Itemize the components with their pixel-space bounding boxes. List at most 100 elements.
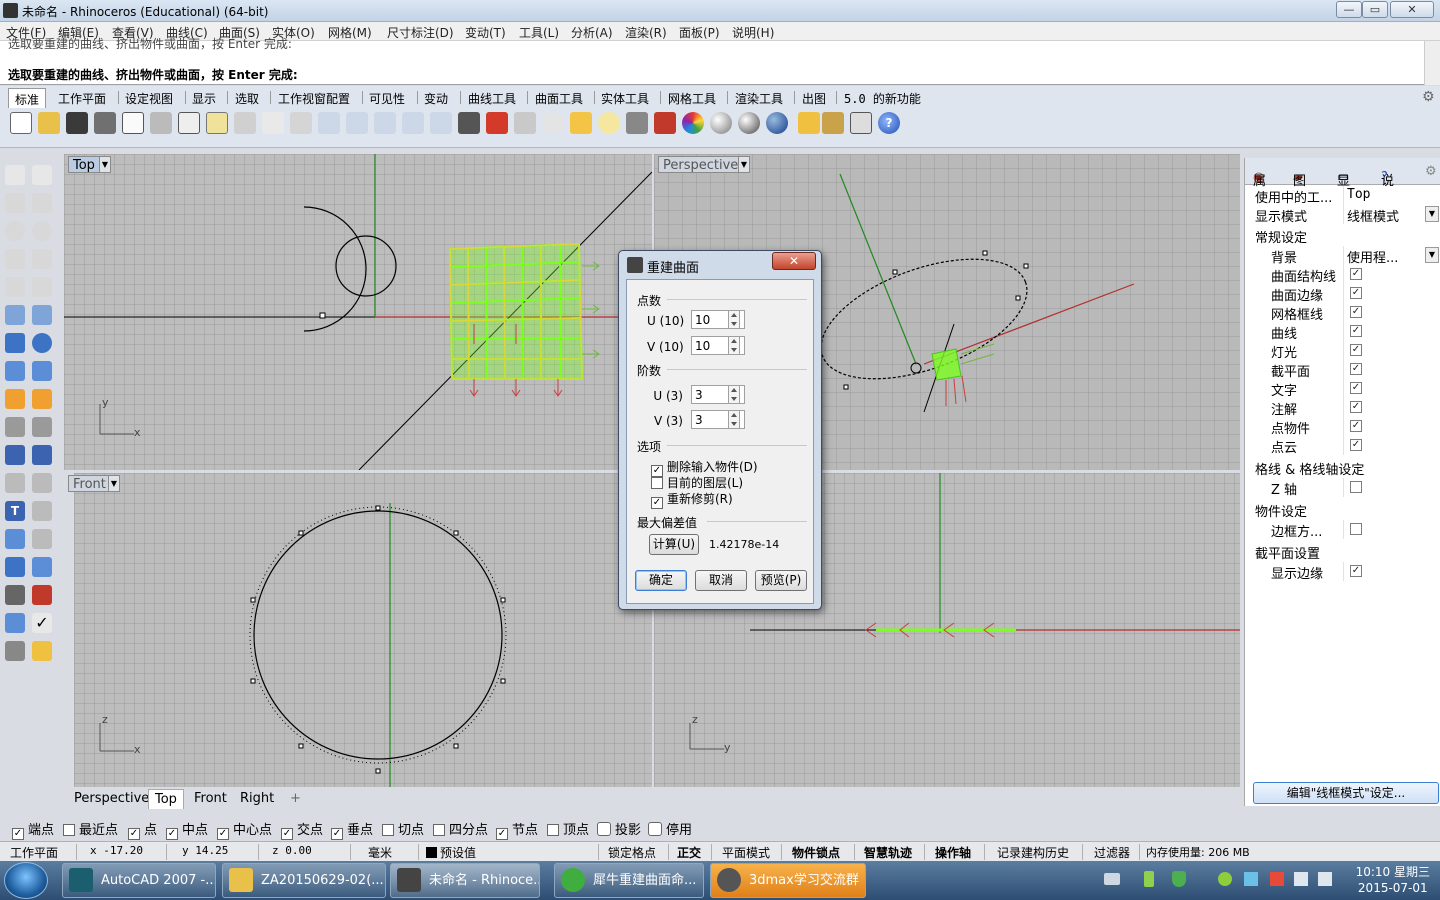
tab-display[interactable]: 显示 bbox=[192, 90, 216, 107]
add-viewport-button[interactable]: + bbox=[286, 791, 305, 806]
tab-render-tools[interactable]: 渲染工具 bbox=[735, 90, 783, 107]
checkbox[interactable]: ✓ bbox=[1350, 439, 1362, 451]
status-record-history[interactable]: 记录建构历史 bbox=[997, 844, 1069, 861]
layer-icon[interactable] bbox=[654, 112, 676, 134]
menu-render[interactable]: 渲染(R) bbox=[625, 24, 667, 41]
osnap-point[interactable]: ✓ 点 bbox=[128, 819, 157, 840]
command-prompt[interactable]: 选取要重建的曲线、挤出物件或曲面，按 Enter 完成: bbox=[8, 66, 298, 83]
checkbox[interactable]: ✓ bbox=[1350, 401, 1362, 413]
rectangle-icon[interactable] bbox=[32, 249, 52, 269]
tab-top[interactable]: Top bbox=[148, 789, 184, 809]
checkbox[interactable] bbox=[1350, 481, 1362, 493]
checkbox[interactable]: ✓ bbox=[1350, 325, 1362, 337]
new-file-icon[interactable] bbox=[10, 112, 32, 134]
box-icon[interactable] bbox=[5, 333, 25, 353]
menu-help[interactable]: 说明(H) bbox=[732, 24, 774, 41]
chevron-down-icon[interactable]: ▼ bbox=[1425, 247, 1439, 263]
status-cplane[interactable]: 工作平面 bbox=[10, 844, 58, 861]
checkbox[interactable]: ✓ bbox=[1350, 382, 1362, 394]
ok-button[interactable]: 确定 bbox=[635, 570, 687, 591]
options-gear-icon[interactable] bbox=[822, 112, 844, 134]
four-viewports-icon[interactable] bbox=[458, 112, 480, 134]
split-icon[interactable] bbox=[32, 417, 52, 437]
named-view-icon[interactable] bbox=[514, 112, 536, 134]
status-filter[interactable]: 过滤器 bbox=[1094, 844, 1130, 861]
dialog-close-button[interactable]: ✕ bbox=[772, 252, 816, 270]
volume-icon[interactable] bbox=[1318, 872, 1332, 886]
status-grid-snap[interactable]: 锁定格点 bbox=[608, 844, 656, 861]
cut-icon[interactable] bbox=[150, 112, 172, 134]
minimize-button[interactable]: — bbox=[1336, 1, 1362, 18]
tab-standard[interactable]: 标准 bbox=[8, 88, 47, 108]
current-layer-checkbox[interactable]: 目前的图层(L) bbox=[651, 474, 743, 491]
lightning-icon[interactable] bbox=[32, 389, 52, 409]
boolean-icon[interactable] bbox=[5, 445, 25, 465]
edit-wireframe-settings-button[interactable]: 编辑"线框模式"设定... bbox=[1253, 782, 1439, 804]
grid-array-icon[interactable] bbox=[5, 585, 25, 605]
v-points-spinner[interactable] bbox=[728, 336, 740, 355]
viewport-label-top[interactable]: Top bbox=[68, 156, 100, 173]
close-button[interactable]: ✕ bbox=[1390, 1, 1434, 18]
taskbar-autocad[interactable]: AutoCAD 2007 -... bbox=[62, 863, 216, 898]
align-icon[interactable] bbox=[32, 585, 52, 605]
shield-icon[interactable] bbox=[1172, 871, 1186, 887]
osnap-near[interactable]: 最近点 bbox=[63, 819, 118, 838]
checkbox[interactable] bbox=[1350, 523, 1362, 535]
shaded-sphere-icon[interactable] bbox=[710, 112, 732, 134]
arc-icon[interactable] bbox=[5, 249, 25, 269]
pan-hand-icon[interactable] bbox=[262, 112, 284, 134]
render-tool-icon[interactable] bbox=[32, 641, 52, 661]
undo-icon[interactable] bbox=[234, 112, 256, 134]
menu-tools[interactable]: 工具(L) bbox=[519, 24, 559, 41]
cylinder-icon[interactable] bbox=[5, 361, 25, 381]
analyze-icon[interactable] bbox=[5, 641, 25, 661]
system-clock[interactable]: 10:10 星期三 2015-07-01 bbox=[1356, 864, 1430, 896]
taskbar-qq-group[interactable]: 3dmax学习交流群 bbox=[710, 863, 866, 898]
checkbox[interactable]: ✓ bbox=[1350, 268, 1362, 280]
trim-icon[interactable] bbox=[5, 417, 25, 437]
tab-curve-tools[interactable]: 曲线工具 bbox=[468, 90, 516, 107]
open-folder-icon[interactable] bbox=[38, 112, 60, 134]
tab-front[interactable]: Front bbox=[190, 791, 231, 806]
select-arrow-icon[interactable] bbox=[5, 165, 25, 185]
tab-viewport-layout[interactable]: 工作视窗配置 bbox=[278, 90, 350, 107]
viewport-label-perspective[interactable]: Perspective bbox=[658, 156, 744, 173]
zoom-window-icon[interactable] bbox=[346, 112, 368, 134]
osnap-project[interactable]: 投影 bbox=[597, 819, 641, 838]
menu-analyze[interactable]: 分析(A) bbox=[571, 24, 613, 41]
lock-icon[interactable] bbox=[626, 112, 648, 134]
rendered-sphere-icon[interactable] bbox=[738, 112, 760, 134]
checkbox[interactable]: ✓ bbox=[1350, 344, 1362, 356]
extrude-icon[interactable] bbox=[32, 305, 52, 325]
array-icon[interactable] bbox=[5, 529, 25, 549]
maximize-button[interactable]: ▭ bbox=[1362, 1, 1388, 18]
dimension-icon[interactable] bbox=[850, 112, 872, 134]
color-wheel-icon[interactable] bbox=[682, 112, 704, 134]
gear-icon[interactable]: ⚙ bbox=[1422, 89, 1435, 105]
v-degree-spinner[interactable] bbox=[728, 410, 740, 429]
print-icon[interactable] bbox=[94, 112, 116, 134]
tab-select[interactable]: 选取 bbox=[235, 90, 259, 107]
menu-dimension[interactable]: 尺寸标注(D) bbox=[387, 24, 454, 41]
rotate-view-icon[interactable] bbox=[290, 112, 312, 134]
tab-solid-tools[interactable]: 实体工具 bbox=[601, 90, 649, 107]
row-background[interactable]: 背景 使用程... ▼ bbox=[1251, 246, 1439, 266]
menu-transform[interactable]: 变动(T) bbox=[465, 24, 506, 41]
osnap-center[interactable]: ✓ 中心点 bbox=[217, 819, 272, 840]
import-icon[interactable] bbox=[122, 112, 144, 134]
save-icon[interactable] bbox=[66, 112, 88, 134]
tab-right[interactable]: Right bbox=[236, 791, 278, 806]
copy-icon[interactable] bbox=[178, 112, 200, 134]
curve-icon[interactable] bbox=[32, 193, 52, 213]
osnap-tangent[interactable]: 切点 bbox=[382, 819, 424, 838]
checkbox[interactable]: ✓ bbox=[1350, 420, 1362, 432]
flag-icon[interactable] bbox=[1270, 872, 1284, 886]
car-icon[interactable] bbox=[486, 112, 508, 134]
taskbar-browser[interactable]: 犀牛重建曲面命... bbox=[554, 863, 704, 898]
keyboard-icon[interactable] bbox=[1104, 873, 1120, 885]
check-icon[interactable]: ✓ bbox=[32, 613, 52, 633]
chevron-down-icon[interactable]: ▼ bbox=[108, 475, 120, 492]
command-scrollbar[interactable] bbox=[1424, 41, 1440, 85]
display-icon[interactable] bbox=[1294, 872, 1308, 886]
checkbox[interactable]: ✓ bbox=[1350, 565, 1362, 577]
